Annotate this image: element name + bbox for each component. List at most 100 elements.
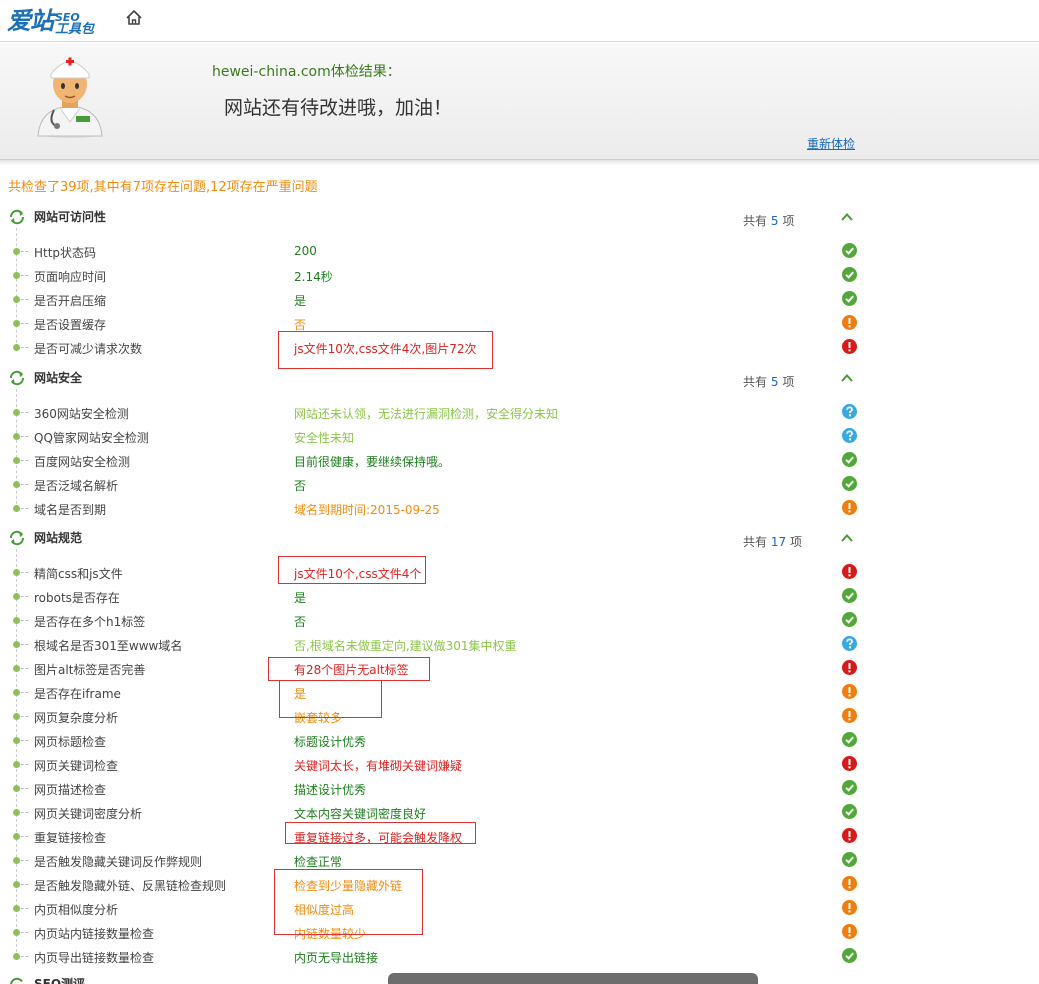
- bullet-dot: [13, 641, 20, 648]
- check-item-value: 200: [294, 244, 317, 258]
- error-circle-icon[interactable]: [842, 339, 857, 354]
- bullet-dot: [13, 344, 20, 351]
- tree-branch: [21, 860, 28, 861]
- tree-branch: [21, 692, 28, 693]
- bullet-dot: [13, 248, 20, 255]
- check-item-row: QQ管家网站安全检测 安全性未知: [0, 424, 870, 448]
- check-item-label: 内页相似度分析: [34, 903, 119, 917]
- check-item-label: 内页站内链接数量检查: [34, 927, 155, 941]
- check-summary: 共检查了39项,其中有7项存在问题,12项存在严重问题: [8, 180, 318, 195]
- chevron-up-icon[interactable]: [840, 531, 854, 545]
- check-item-label: 精简css和js文件: [34, 567, 123, 581]
- tree-branch: [21, 299, 28, 300]
- warning-circle-icon[interactable]: [842, 924, 857, 939]
- check-item-row: 域名是否到期 域名到期时间:2015-09-25: [0, 496, 870, 520]
- tree-branch: [21, 596, 28, 597]
- bullet-dot: [13, 809, 20, 816]
- bullet-dot: [13, 593, 20, 600]
- check-item-row: Http状态码 200: [0, 239, 870, 263]
- bullet-dot: [13, 481, 20, 488]
- tree-branch: [21, 251, 28, 252]
- check-item-row: 根域名是否301至www域名 否,根域名未做重定向,建议做301集中权重: [0, 632, 870, 656]
- warning-circle-icon[interactable]: [842, 315, 857, 330]
- check-circle-icon[interactable]: [842, 476, 857, 491]
- bullet-dot: [13, 857, 20, 864]
- check-item-label: 是否可减少请求次数: [34, 342, 143, 356]
- check-circle-icon[interactable]: [842, 852, 857, 867]
- check-item-label: 内页导出链接数量检查: [34, 951, 155, 965]
- check-item-value: 内页无导出链接: [294, 951, 379, 965]
- warning-circle-icon[interactable]: [842, 500, 857, 515]
- error-circle-icon[interactable]: [842, 660, 857, 675]
- check-item-label: 域名是否到期: [34, 503, 107, 517]
- check-item-row: 百度网站安全检测 目前很健康，要继续保持哦。: [0, 448, 870, 472]
- warning-circle-icon[interactable]: [842, 876, 857, 891]
- check-item-row: 网页关键词密度分析 文本内容关键词密度良好: [0, 800, 870, 824]
- annotation-box: [278, 331, 493, 369]
- error-circle-icon[interactable]: [842, 564, 857, 579]
- bullet-dot: [13, 457, 20, 464]
- logo-tool-text: 工具包: [55, 22, 95, 37]
- tree-branch: [21, 908, 28, 909]
- check-circle-icon[interactable]: [842, 948, 857, 963]
- check-item-label: 网页描述检查: [34, 783, 107, 797]
- check-circle-icon[interactable]: [842, 243, 857, 258]
- horizontal-scrollbar[interactable]: [388, 973, 758, 984]
- check-circle-icon[interactable]: [842, 612, 857, 627]
- section-header: 网站安全 共有 5 项: [0, 367, 870, 389]
- check-item-label: 根域名是否301至www域名: [34, 639, 183, 653]
- bullet-dot: [13, 296, 20, 303]
- aizhan-logo[interactable]: 爱站 SEO 工具包: [7, 2, 94, 36]
- check-item-value: 域名到期时间:2015-09-25: [294, 503, 440, 517]
- check-item-label: 是否泛域名解析: [34, 479, 119, 493]
- check-circle-icon[interactable]: [842, 804, 857, 819]
- refresh-cycle-icon: [9, 530, 25, 546]
- check-item-value: 是: [294, 294, 307, 308]
- chevron-up-icon[interactable]: [840, 210, 854, 224]
- tree-branch: [21, 956, 28, 957]
- question-circle-icon[interactable]: [842, 636, 857, 651]
- bullet-dot: [13, 761, 20, 768]
- annotation-box: [274, 869, 423, 935]
- error-circle-icon[interactable]: [842, 756, 857, 771]
- check-item-value: 否: [294, 479, 307, 493]
- error-circle-icon[interactable]: [842, 828, 857, 843]
- question-circle-icon[interactable]: [842, 428, 857, 443]
- check-item-label: 图片alt标签是否完善: [34, 663, 146, 677]
- section-title: 网站安全: [34, 371, 83, 385]
- bullet-dot: [13, 320, 20, 327]
- check-circle-icon[interactable]: [842, 780, 857, 795]
- check-item-row: 图片alt标签是否完善 有28个图片无alt标签: [0, 656, 870, 680]
- check-circle-icon[interactable]: [842, 267, 857, 282]
- check-circle-icon[interactable]: [842, 588, 857, 603]
- annotation-box: [278, 556, 426, 584]
- section-item-count: 共有 5 项: [743, 375, 795, 389]
- check-item-row: 是否存在iframe 是: [0, 680, 870, 704]
- check-item-value: 否,根域名未做重定向,建议做301集中权重: [294, 639, 517, 653]
- home-icon[interactable]: [124, 8, 144, 28]
- bullet-dot: [13, 905, 20, 912]
- warning-circle-icon[interactable]: [842, 684, 857, 699]
- annotation-box: [279, 680, 382, 718]
- recheck-link[interactable]: 重新体检: [807, 135, 855, 152]
- bullet-dot: [13, 433, 20, 440]
- tree-branch: [21, 884, 28, 885]
- chevron-up-icon[interactable]: [840, 371, 854, 385]
- check-item-row: 是否触发隐藏外链、反黑链检查规则 检查到少量隐藏外链: [0, 872, 870, 896]
- bullet-dot: [13, 409, 20, 416]
- check-item-label: 是否触发隐藏外链、反黑链检查规则: [34, 879, 227, 893]
- top-bar: 爱站 SEO 工具包: [0, 0, 1039, 42]
- warning-circle-icon[interactable]: [842, 708, 857, 723]
- check-item-row: 内页导出链接数量检查 内页无导出链接: [0, 944, 870, 968]
- check-circle-icon[interactable]: [842, 732, 857, 747]
- check-circle-icon[interactable]: [842, 291, 857, 306]
- check-item-row: 网页关键词检查 关键词太长，有堆砌关键词嫌疑: [0, 752, 870, 776]
- tree-branch: [21, 716, 28, 717]
- logo-main-text: 爱站: [7, 7, 54, 35]
- section-header: 网站可访问性 共有 5 项: [0, 206, 870, 228]
- warning-circle-icon[interactable]: [842, 900, 857, 915]
- tree-branch: [21, 412, 28, 413]
- check-circle-icon[interactable]: [842, 452, 857, 467]
- question-circle-icon[interactable]: [842, 404, 857, 419]
- check-item-value: 否: [294, 615, 307, 629]
